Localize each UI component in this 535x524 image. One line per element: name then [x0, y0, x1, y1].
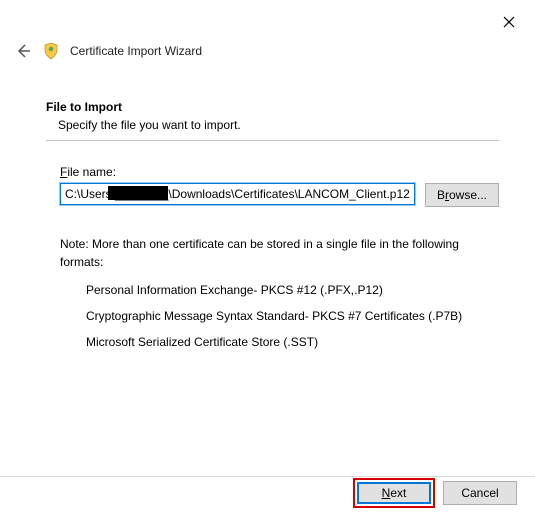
- browse-button[interactable]: Browse...: [425, 183, 499, 207]
- content-area: File to Import Specify the file you want…: [46, 100, 499, 361]
- note-item: Cryptographic Message Syntax Standard- P…: [86, 309, 499, 323]
- wizard-title: Certificate Import Wizard: [70, 44, 202, 58]
- filename-label: File name:: [60, 165, 499, 179]
- wizard-header: Certificate Import Wizard: [14, 42, 202, 60]
- note-lead: Note: More than one certificate can be s…: [60, 235, 499, 271]
- filename-input[interactable]: [60, 183, 415, 205]
- note-item: Microsoft Serialized Certificate Store (…: [86, 335, 499, 349]
- back-arrow-icon[interactable]: [14, 42, 32, 60]
- section-heading: File to Import: [46, 100, 499, 114]
- section-divider: [46, 140, 499, 141]
- section-subtext: Specify the file you want to import.: [58, 118, 499, 132]
- note-item: Personal Information Exchange- PKCS #12 …: [86, 283, 499, 297]
- certificate-shield-icon: [42, 42, 60, 60]
- close-icon[interactable]: [499, 12, 519, 32]
- next-button[interactable]: Next: [357, 482, 431, 504]
- cancel-button[interactable]: Cancel: [443, 481, 517, 505]
- next-button-highlight: Next: [353, 478, 435, 508]
- footer-divider: [0, 476, 535, 477]
- button-row: Next Cancel: [353, 478, 517, 508]
